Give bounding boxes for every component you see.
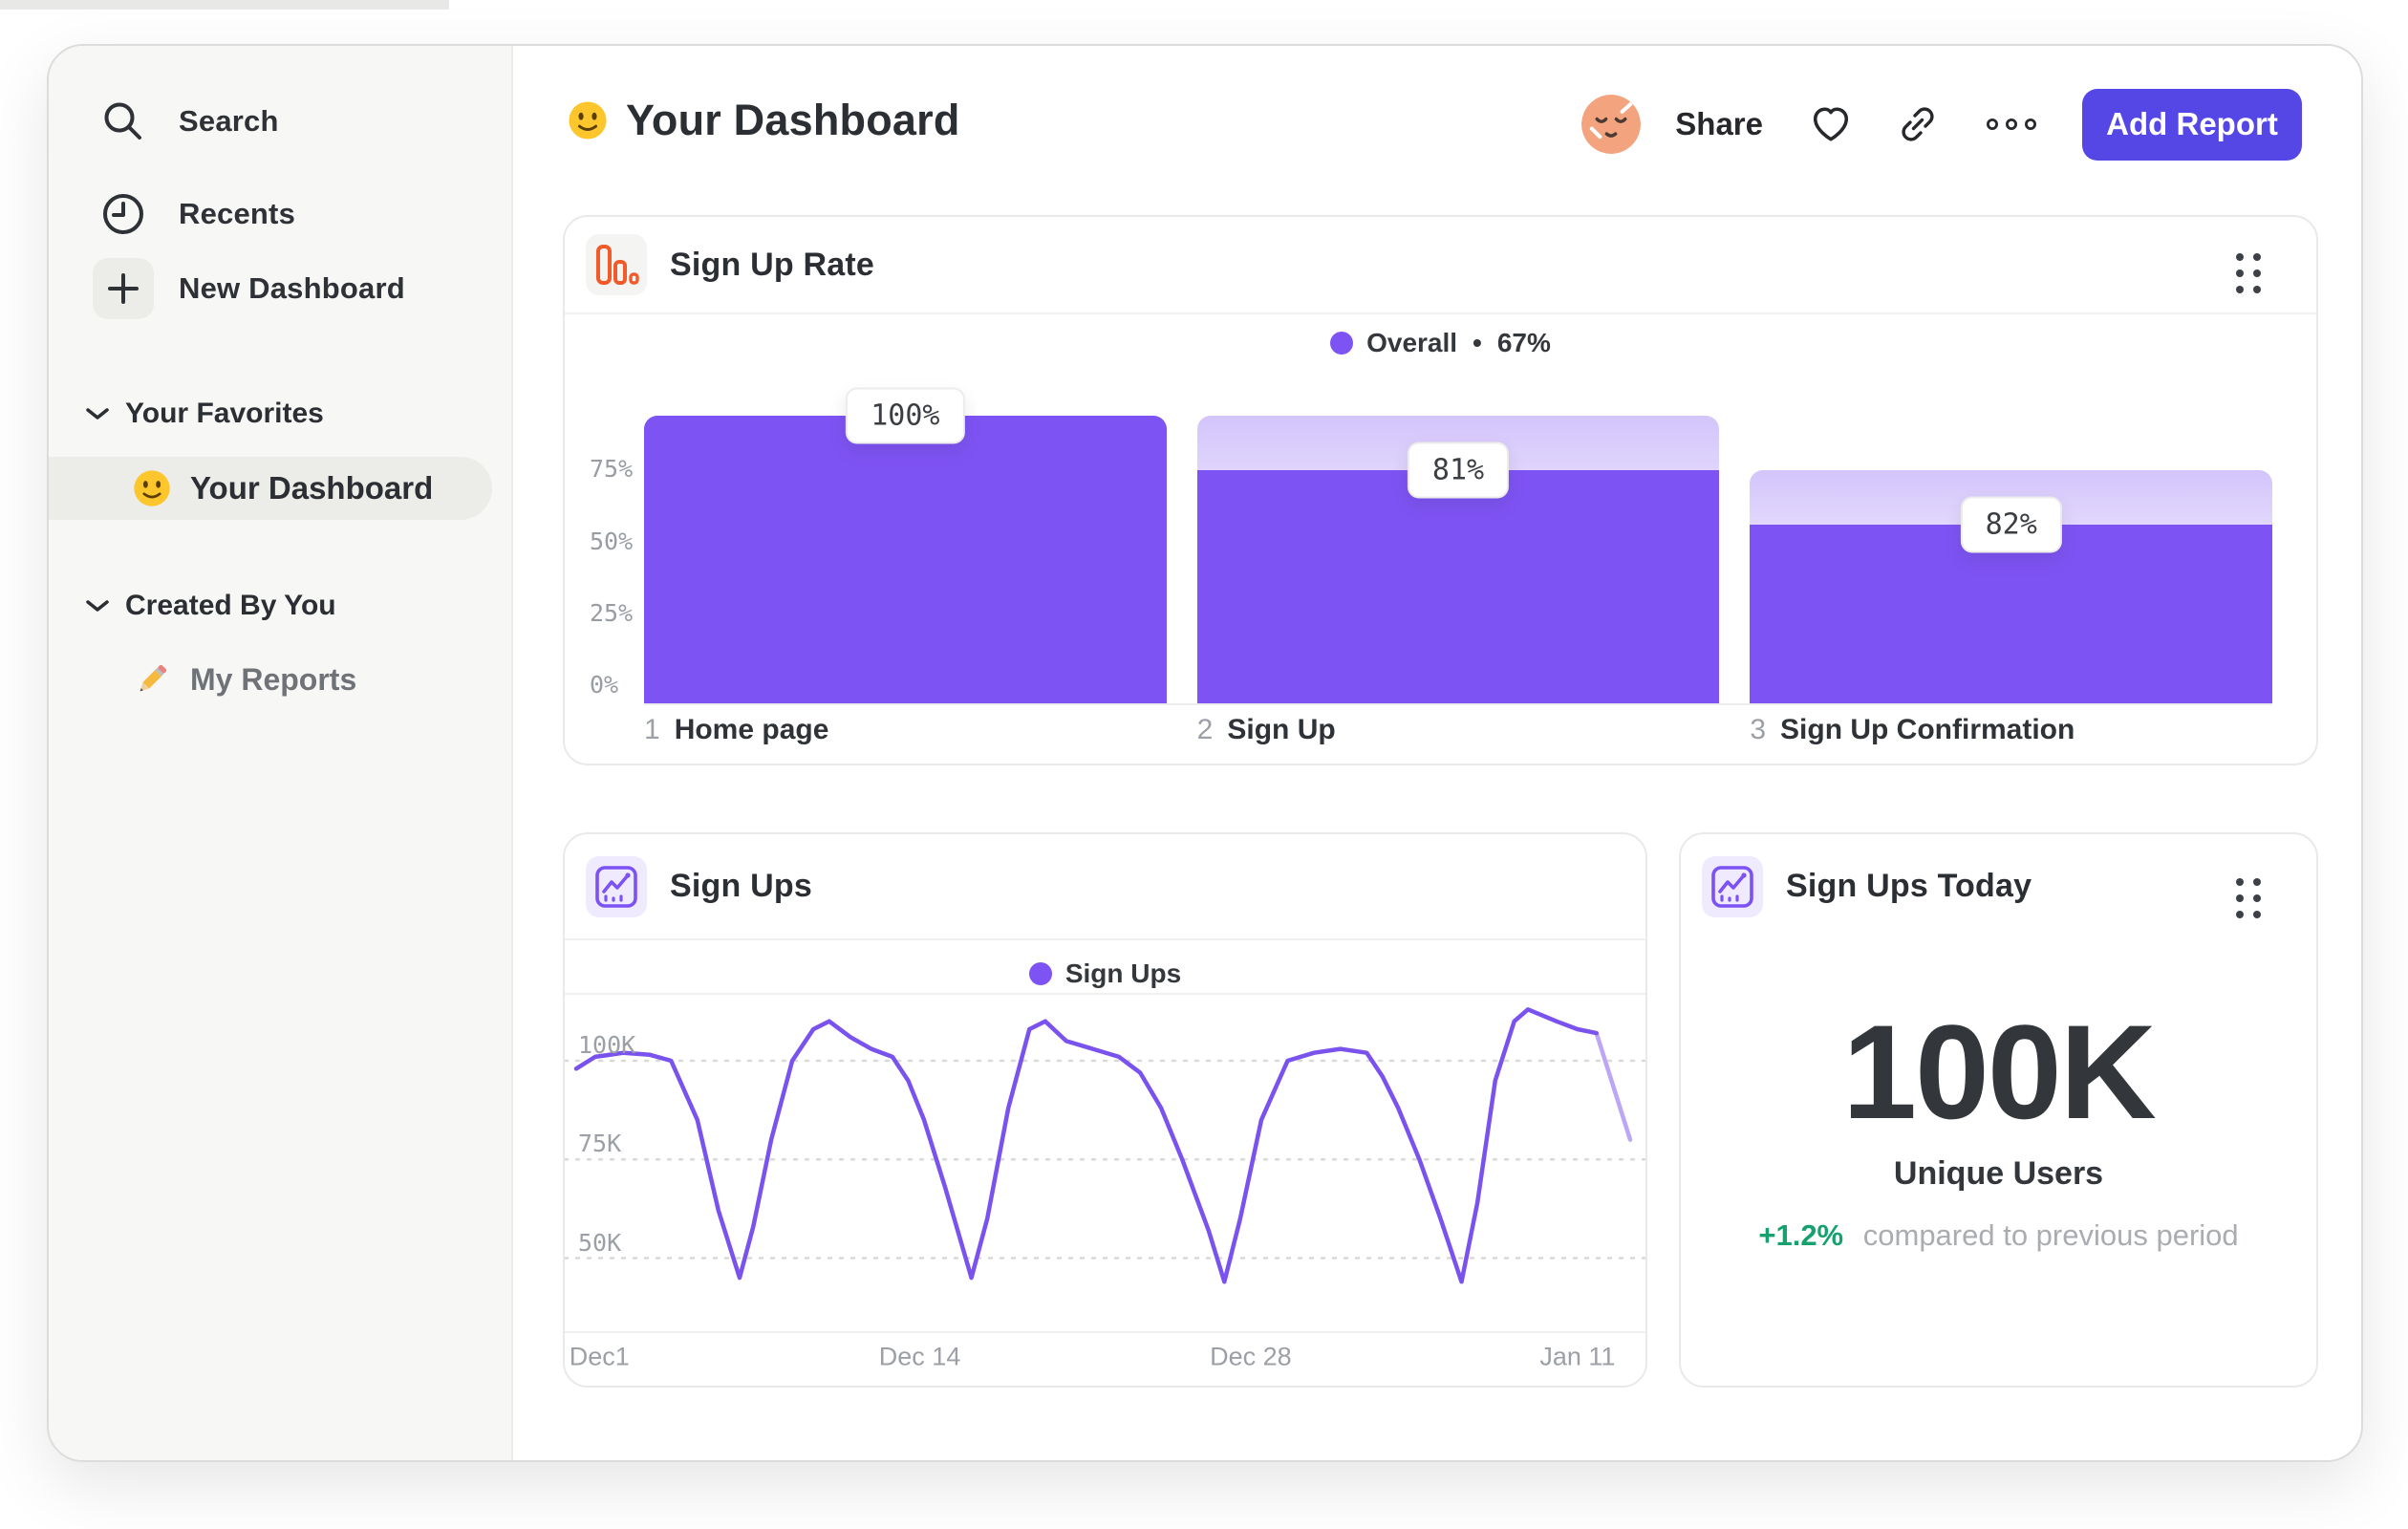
card-title: Sign Ups (670, 868, 812, 904)
drag-handle-icon[interactable] (2236, 878, 2261, 918)
sign-ups-today-card: Sign Ups Today 100K Unique Users +1.2% c… (1679, 832, 2318, 1388)
sign-up-rate-card: Sign Up Rate Overall • 67% 75% 50% 25% 0… (563, 215, 2318, 765)
card-header: Sign Ups (565, 834, 1645, 938)
funnel-bars-icon (586, 234, 647, 295)
y-axis-tick: 50% (590, 527, 634, 555)
funnel-value-tooltip: 100% (846, 387, 965, 444)
line-chart-icon (586, 855, 647, 917)
slightly-smiling-face-emoji (131, 467, 173, 509)
step-number: 2 (1196, 714, 1214, 745)
legend-label: Sign Ups (1064, 958, 1182, 988)
kpi-metric-label: Unique Users (1893, 1155, 2104, 1192)
more-options-icon[interactable] (1985, 117, 2038, 132)
step-name: Sign Up (1227, 714, 1336, 745)
sidebar: Search Recents New Dashboard Your Favori… (49, 46, 513, 1460)
step-name: Home page (674, 714, 829, 745)
card-header: Sign Ups Today (1681, 834, 2316, 938)
card-title: Sign Ups Today (1786, 868, 2032, 904)
page-header: Your Dashboard (567, 96, 960, 145)
divider (565, 312, 2316, 314)
slightly-smiling-face-emoji (567, 99, 609, 141)
legend-separator: • (1473, 328, 1482, 357)
screen-edge-artifact (0, 0, 449, 10)
line-legend: Sign Ups (565, 953, 1645, 995)
card-header: Sign Up Rate (565, 217, 2316, 312)
kpi-value: 100K (1842, 997, 2157, 1147)
funnel-step-label: 3 Sign Up Confirmation (1750, 714, 2272, 746)
funnel-value-tooltip: 81% (1407, 441, 1510, 499)
sidebar-item-label: Recents (179, 197, 296, 230)
funnel-chart: 75% 50% 25% 0% 100% 81% 82% (590, 387, 2273, 705)
step-number: 1 (644, 714, 660, 745)
copy-link-icon[interactable] (1899, 105, 1937, 143)
user-avatar[interactable] (1581, 95, 1642, 154)
funnel-step-label: 2 Sign Up (1197, 714, 1720, 746)
x-axis-tick: Dec1 (569, 1342, 630, 1370)
sidebar-item-label: New Dashboard (179, 271, 405, 305)
header-actions: Share Add Report (1581, 86, 2302, 162)
sidebar-item-search[interactable]: Search (49, 91, 511, 152)
legend-dot (1028, 962, 1052, 985)
line-chart-svg (565, 1007, 1645, 1284)
sidebar-item-my-reports[interactable]: My Reports (49, 649, 356, 710)
sidebar-section-created-by-you[interactable]: Created By You (49, 577, 511, 635)
funnel-bar-home-page[interactable]: 100% (644, 387, 1167, 703)
favorite-heart-icon[interactable] (1811, 105, 1851, 143)
chevron-down-icon (83, 598, 112, 614)
funnel-value-tooltip: 82% (1960, 496, 2062, 553)
funnel-plot: 100% 81% 82% (644, 387, 2273, 705)
sidebar-item-recents[interactable]: Recents (49, 183, 511, 245)
line-x-axis: Dec1 Dec 14 Dec 28 Jan 11 (565, 1327, 1645, 1386)
card-title: Sign Up Rate (670, 246, 874, 283)
funnel-x-labels: 1 Home page 2 Sign Up 3 Sign Up Confirma… (644, 714, 2272, 746)
step-number: 3 (1750, 714, 1767, 745)
sidebar-section-your-favorites[interactable]: Your Favorites (49, 385, 511, 442)
sidebar-item-label: My Reports (190, 661, 357, 697)
y-axis-tick: 75% (590, 455, 634, 484)
step-name: Sign Up Confirmation (1780, 714, 2075, 745)
kpi-delta-note: compared to previous period (1862, 1218, 2239, 1252)
x-axis-tick: Dec 14 (878, 1342, 961, 1370)
search-icon (93, 91, 154, 152)
x-axis-tick: Dec 28 (1210, 1342, 1292, 1370)
kpi-delta-row: +1.2% compared to previous period (1681, 1218, 2316, 1253)
y-axis-tick: 75K (578, 1130, 622, 1158)
line-chart-icon (1702, 855, 1763, 917)
drag-handle-icon[interactable] (2236, 253, 2261, 293)
y-axis-tick: 25% (590, 598, 634, 627)
plus-icon (93, 258, 154, 319)
funnel-legend: Overall • 67% (565, 328, 2316, 358)
section-title: Created By You (125, 590, 336, 621)
funnel-bar-sign-up[interactable]: 81% (1196, 416, 1720, 703)
add-report-button[interactable]: Add Report (2082, 88, 2302, 161)
funnel-bar-fill (1196, 470, 1720, 703)
legend-label: Overall (1366, 328, 1458, 357)
pencil-emoji (131, 658, 173, 700)
kpi-delta: +1.2% (1758, 1218, 1844, 1252)
y-axis-tick: 100K (578, 1031, 636, 1059)
section-title: Your Favorites (125, 398, 324, 429)
clock-icon (93, 183, 154, 245)
y-axis-tick: 0% (590, 671, 619, 699)
y-axis-tick: 50K (578, 1228, 622, 1257)
funnel-y-axis: 75% 50% 25% 0% (590, 416, 644, 703)
chevron-down-icon (83, 406, 112, 421)
sign-ups-line-chart[interactable]: 100K 75K 50K (565, 993, 1645, 1331)
funnel-step-label: 1 Home page (644, 714, 1167, 746)
share-button[interactable]: Share (1675, 106, 1763, 142)
sidebar-item-label: Your Dashboard (190, 470, 434, 506)
legend-value: 67% (1496, 328, 1551, 357)
sign-ups-card: Sign Ups Sign Ups 100K 75K 50K Dec1 Dec … (563, 832, 1647, 1388)
page-title: Your Dashboard (626, 96, 960, 144)
funnel-bar-sign-up-confirmation[interactable]: 82% (1750, 416, 2273, 703)
sidebar-item-label: Search (179, 104, 279, 138)
sidebar-item-your-dashboard[interactable]: Your Dashboard (49, 457, 492, 520)
legend-dot (1330, 332, 1354, 355)
app-window: Search Recents New Dashboard Your Favori… (47, 44, 2363, 1462)
divider (565, 938, 1645, 940)
sidebar-item-new-dashboard[interactable]: New Dashboard (49, 258, 511, 319)
funnel-bar-fill (644, 416, 1167, 703)
x-axis-tick: Jan 11 (1539, 1342, 1616, 1370)
main-content: Your Dashboard Share Add Report Sign Up … (513, 46, 2361, 1460)
